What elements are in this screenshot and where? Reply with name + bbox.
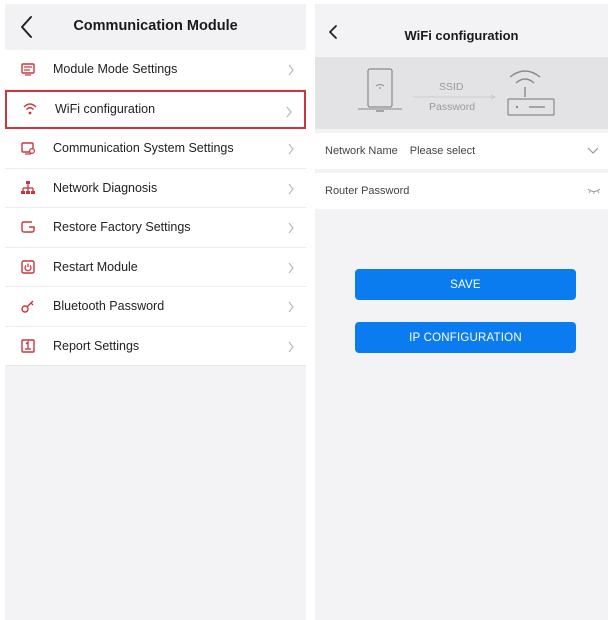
report-icon: [19, 337, 37, 355]
wifi-configuration-panel: WiFi configuration SSID Password Network…: [315, 4, 608, 620]
menu-item-label: Report Settings: [53, 338, 140, 353]
chevron-down-icon[interactable]: [587, 145, 599, 155]
wifi-setup-illustration: [358, 68, 555, 116]
network-name-row[interactable]: Network Name Please select: [315, 133, 608, 169]
network-name-select[interactable]: Please select: [410, 145, 475, 157]
menu-item-bluetooth-password[interactable]: Bluetooth Password: [5, 287, 306, 327]
chevron-right-icon: [288, 341, 294, 352]
right-header: WiFi configuration: [315, 4, 608, 57]
menu-item-module-mode-settings[interactable]: Module Mode Settings: [5, 50, 306, 90]
menu-item-report-settings[interactable]: Report Settings: [5, 327, 306, 366]
menu-item-communication-system-settings[interactable]: Communication System Settings: [5, 129, 306, 169]
chevron-right-icon: [288, 301, 294, 313]
menu-item-label: WiFi configuration: [55, 102, 156, 117]
menu-item-label: Communication System Settings: [53, 141, 234, 156]
chevron-right-icon: [288, 143, 294, 155]
left-header: Communication Module: [5, 4, 306, 50]
password-label: Password: [429, 101, 476, 113]
menu-item-label: Module Mode Settings: [53, 62, 178, 77]
menu-item-label: Bluetooth Password: [53, 299, 165, 314]
chevron-right-icon: [288, 183, 294, 194]
ssid-label: SSID: [439, 81, 464, 93]
ip-configuration-button[interactable]: IP CONFIGURATION: [355, 322, 576, 353]
page-title: Communication Module: [73, 18, 238, 34]
menu-item-label: Network Diagnosis: [53, 180, 158, 195]
key-icon: [19, 297, 37, 315]
menu-item-label: Restart Module: [53, 259, 138, 274]
chevron-right-icon: [288, 64, 294, 76]
settings-menu: Module Mode Settings WiFi configuration …: [5, 50, 306, 366]
module-mode-icon: [19, 60, 37, 78]
communication-system-icon: [19, 139, 37, 157]
page-title: WiFi configuration: [404, 28, 519, 43]
menu-item-restore-factory-settings[interactable]: Restore Factory Settings: [5, 208, 306, 248]
menu-item-wifi-configuration[interactable]: WiFi configuration: [5, 89, 306, 129]
chevron-right-icon: [286, 106, 292, 117]
menu-item-restart-module[interactable]: Restart Module: [5, 248, 306, 287]
chevron-right-icon: [288, 262, 294, 273]
restart-icon: [19, 258, 37, 276]
chevron-right-icon: [288, 222, 294, 234]
restore-icon: [19, 218, 37, 236]
save-button[interactable]: SAVE: [355, 269, 576, 300]
menu-item-label: Restore Factory Settings: [53, 220, 191, 235]
router-password-label: Router Password: [325, 185, 410, 197]
router-password-row[interactable]: Router Password: [315, 173, 608, 209]
wifi-illustration-banner: SSID Password: [315, 57, 608, 129]
network-name-label: Network Name: [325, 145, 398, 157]
communication-module-panel: Communication Module Module Mode Setting…: [5, 4, 306, 620]
eye-closed-icon[interactable]: [587, 187, 601, 195]
menu-item-network-diagnosis[interactable]: Network Diagnosis: [5, 169, 306, 208]
router-icon: [509, 70, 541, 78]
network-diagnosis-icon: [19, 179, 37, 197]
wifi-icon: [21, 100, 39, 118]
